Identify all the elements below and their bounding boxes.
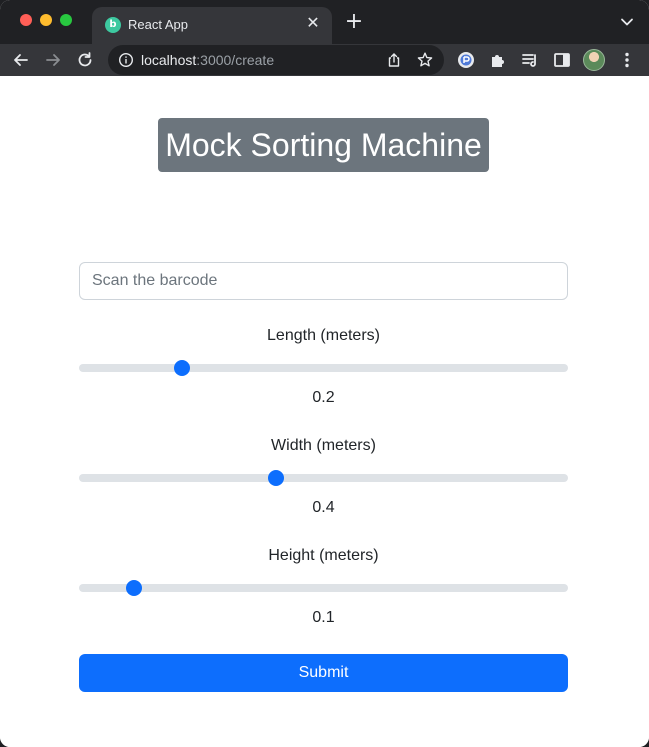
extensions-puzzle-icon[interactable]: [488, 50, 508, 70]
reload-icon[interactable]: [75, 50, 95, 70]
width-value: 0.4: [312, 499, 335, 516]
side-panel-icon[interactable]: [552, 50, 572, 70]
tab-bar: b React App ✕ +: [0, 0, 649, 44]
width-slider-thumb[interactable]: [268, 470, 285, 486]
address-bar[interactable]: localhost:3000/create: [108, 45, 444, 75]
height-slider[interactable]: [79, 580, 568, 596]
more-menu-icon[interactable]: [617, 50, 637, 70]
page-content: Mock Sorting Machine Length (meters) 0.2…: [0, 76, 649, 747]
height-label: Height (meters): [268, 547, 379, 564]
submit-button[interactable]: Submit: [79, 654, 568, 692]
share-icon[interactable]: [386, 52, 402, 68]
length-slider-thumb[interactable]: [173, 360, 190, 376]
tab-close-icon[interactable]: ✕: [304, 15, 322, 33]
url-text: localhost:3000/create: [141, 52, 274, 68]
browser-window: b React App ✕ + localhost:3000/create Mo…: [0, 0, 649, 747]
back-arrow-icon[interactable]: [11, 50, 31, 70]
page-title: Mock Sorting Machine: [158, 118, 489, 172]
tab-search-chevron-icon[interactable]: [619, 14, 635, 30]
height-value: 0.1: [312, 609, 335, 626]
width-slider[interactable]: [79, 470, 568, 486]
extension-icon[interactable]: [456, 50, 476, 70]
profile-avatar[interactable]: [583, 49, 605, 71]
maximize-window-button[interactable]: [60, 14, 72, 26]
length-label: Length (meters): [267, 327, 380, 344]
site-info-icon[interactable]: [118, 52, 134, 68]
forward-arrow-icon[interactable]: [43, 50, 63, 70]
width-label: Width (meters): [271, 437, 376, 454]
url-host: localhost: [141, 52, 197, 68]
url-path: :3000/create: [196, 52, 275, 68]
tab-react-app[interactable]: b React App ✕: [92, 7, 332, 44]
bookmark-star-icon[interactable]: [416, 51, 434, 69]
browser-toolbar: localhost:3000/create: [0, 44, 649, 76]
height-slider-thumb[interactable]: [126, 580, 143, 596]
length-value: 0.2: [312, 389, 335, 406]
favicon-icon: b: [105, 17, 121, 33]
reading-list-icon[interactable]: [520, 50, 540, 70]
barcode-input[interactable]: [79, 262, 568, 300]
minimize-window-button[interactable]: [40, 14, 52, 26]
length-slider[interactable]: [79, 360, 568, 376]
new-tab-button[interactable]: +: [344, 11, 364, 33]
close-window-button[interactable]: [20, 14, 32, 26]
tab-title: React App: [128, 17, 188, 32]
